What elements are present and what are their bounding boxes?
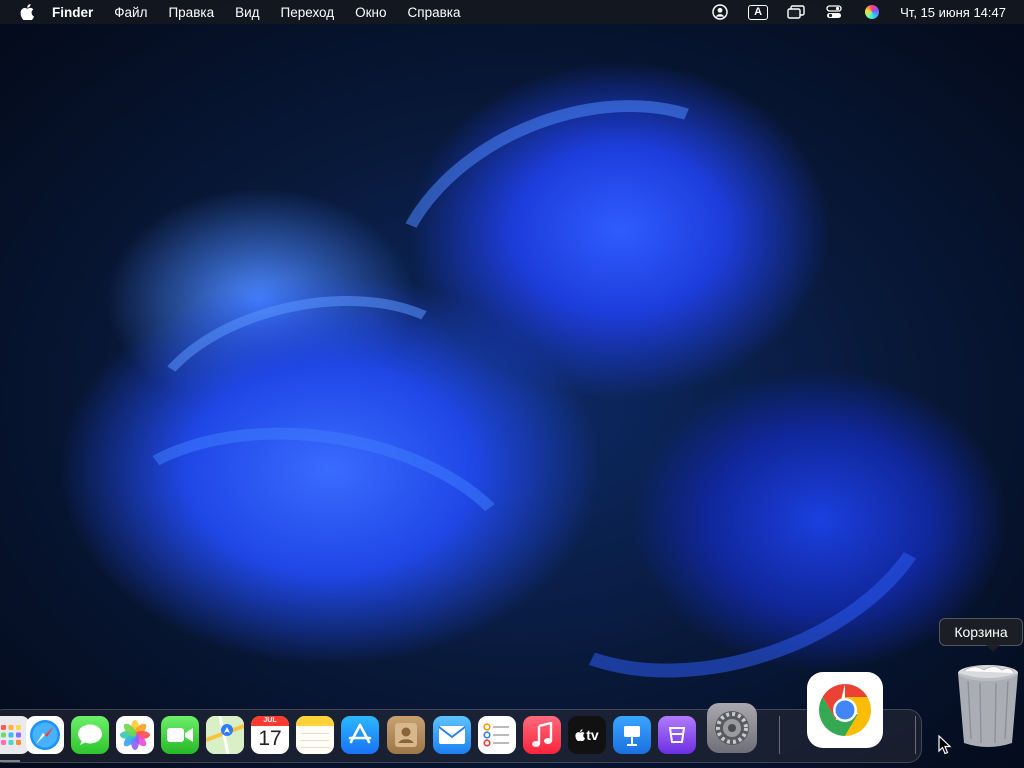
notes-icon[interactable]	[296, 716, 334, 754]
chrome-icon[interactable]	[807, 672, 883, 748]
trash-tooltip: Корзина	[939, 618, 1023, 652]
music-icon[interactable]	[523, 716, 561, 754]
menu-edit[interactable]: Правка	[168, 5, 214, 20]
menu-help[interactable]: Справка	[408, 5, 461, 20]
mail-icon[interactable]	[433, 716, 471, 754]
menu-bar: Finder Файл Правка Вид Переход Окно Спра…	[0, 0, 1024, 24]
status-area: A Чт, 15 июня 14:47	[710, 0, 1024, 24]
trash-icon[interactable]	[952, 660, 1024, 750]
calendar-icon[interactable]: JUL 17	[251, 716, 289, 754]
menu-app-finder[interactable]: Finder	[52, 5, 93, 20]
mouse-pointer-icon	[938, 734, 952, 755]
facetime-icon[interactable]	[161, 716, 199, 754]
dock-separator	[915, 716, 916, 754]
messages-icon[interactable]	[71, 716, 109, 754]
menu-file[interactable]: Файл	[114, 5, 147, 20]
dock-separator	[779, 716, 780, 754]
screen-mirroring-icon[interactable]	[786, 4, 806, 20]
calendar-month: JUL	[251, 716, 289, 726]
calendar-day: 17	[258, 727, 282, 750]
dock-scroll-indicator	[0, 760, 20, 762]
wallpaper-ribbon	[73, 400, 551, 724]
menu-window[interactable]: Окно	[355, 5, 386, 20]
menu-view[interactable]: Вид	[235, 5, 259, 20]
tv-label: tv	[586, 727, 599, 743]
keynote-icon[interactable]	[613, 716, 651, 754]
contacts-icon[interactable]	[387, 716, 425, 754]
system-settings-icon[interactable]	[707, 703, 757, 753]
tv-icon[interactable]: tv	[568, 716, 606, 754]
desktop-wallpaper	[0, 0, 1024, 768]
input-source-label: A	[748, 4, 769, 20]
purple-app-icon[interactable]	[658, 716, 696, 754]
maps-icon[interactable]	[206, 716, 244, 754]
siri-icon[interactable]	[862, 4, 882, 20]
reminders-icon[interactable]	[478, 716, 516, 754]
control-center-icon[interactable]	[824, 4, 844, 20]
menu-go[interactable]: Переход	[281, 5, 335, 20]
input-source-icon[interactable]: A	[748, 4, 769, 20]
menubar-clock[interactable]: Чт, 15 июня 14:47	[900, 5, 1006, 20]
user-account-icon[interactable]	[710, 4, 730, 20]
app-store-icon[interactable]	[341, 716, 379, 754]
safari-icon[interactable]	[26, 716, 64, 754]
apple-logo-icon[interactable]	[20, 4, 34, 20]
photos-icon[interactable]	[116, 716, 154, 754]
